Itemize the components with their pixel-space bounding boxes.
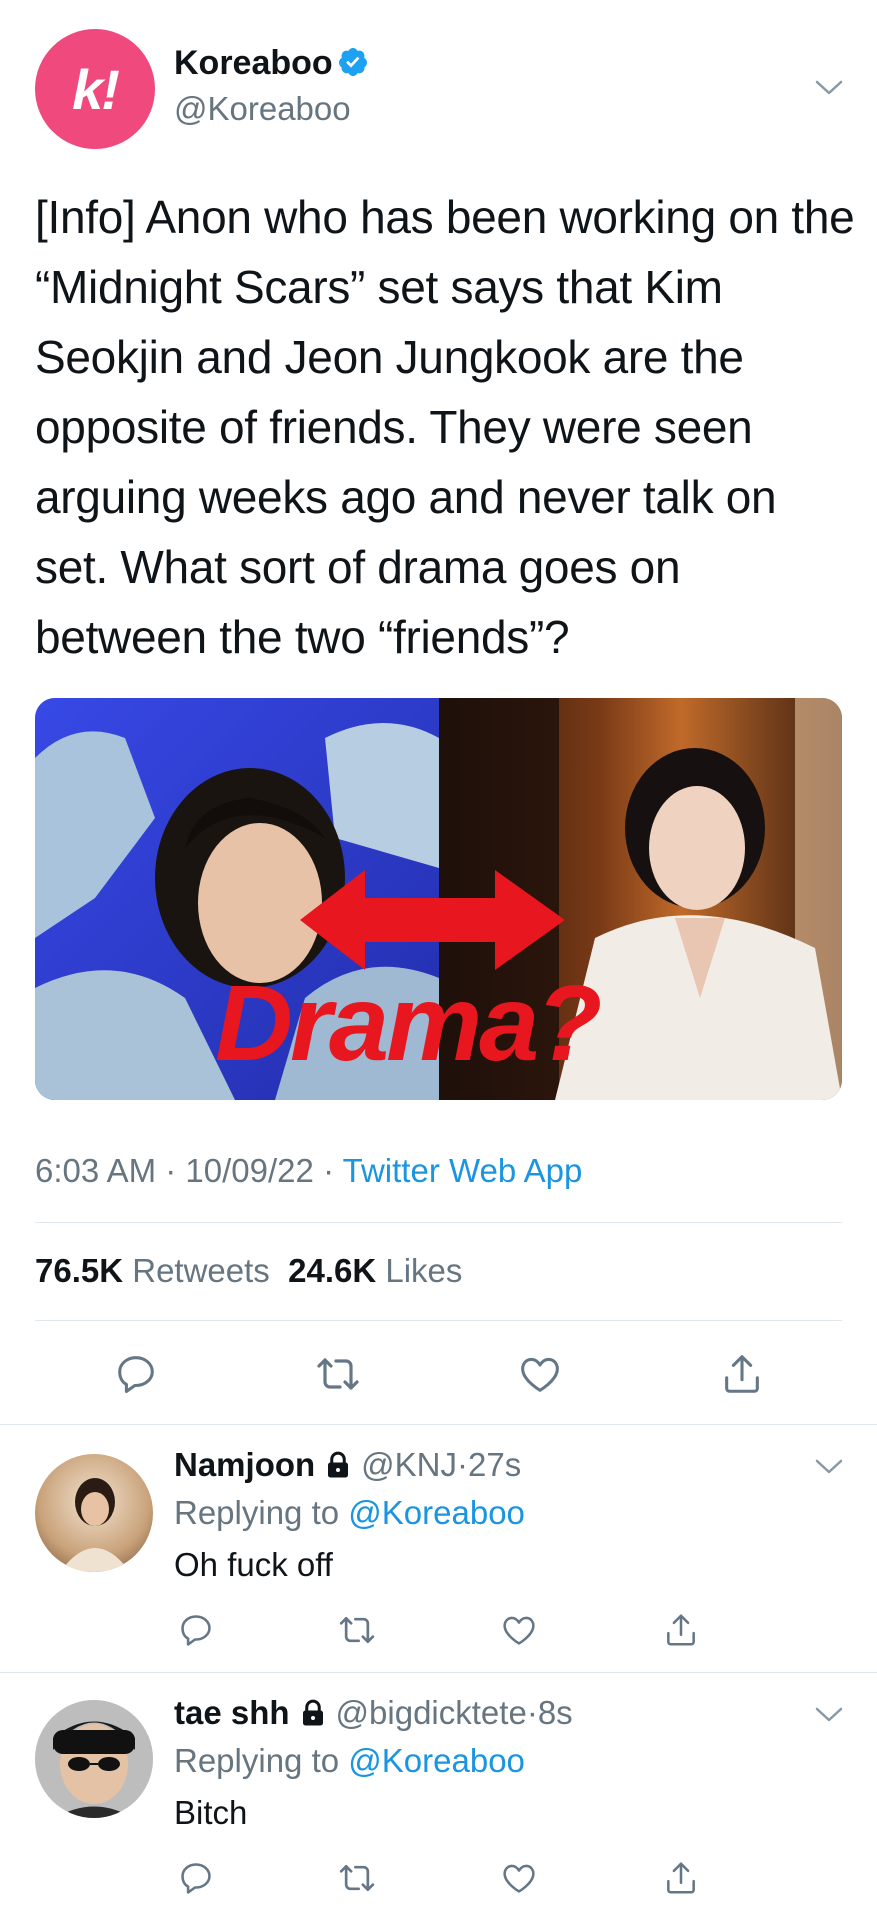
like-button[interactable] (497, 1608, 541, 1652)
like-button[interactable] (514, 1348, 566, 1400)
reply-text: Oh fuck off (174, 1546, 333, 1583)
retweet-button[interactable] (312, 1348, 364, 1400)
share-icon (725, 1355, 759, 1393)
tweet-timestamp-row: 6:03 AM · 10/09/22 · Twitter Web App (35, 1152, 582, 1190)
retweets-label: Retweets (132, 1252, 270, 1289)
author-display-name[interactable]: Koreaboo (174, 44, 333, 82)
divider (35, 1320, 842, 1321)
reply-icon (118, 1356, 154, 1393)
author-handle[interactable]: @Koreaboo (174, 90, 351, 128)
replying-to-link[interactable]: @Koreaboo (348, 1494, 525, 1531)
retweet-icon (339, 1617, 375, 1643)
reply-button[interactable] (174, 1608, 218, 1652)
likes-count: 24.6K (288, 1252, 377, 1289)
koreaboo-avatar[interactable]: k! (35, 29, 155, 149)
separator-dot: · (457, 1446, 469, 1483)
reply-handle[interactable]: @bigdicktete (336, 1694, 527, 1731)
reply-time: 27s (468, 1446, 522, 1483)
heart-icon (503, 1616, 535, 1645)
heart-icon (503, 1864, 535, 1893)
retweet-icon (317, 1358, 359, 1390)
reply-button[interactable] (174, 1856, 218, 1900)
reply-header: tae shh @bigdicktete·8s (174, 1694, 573, 1732)
divider (0, 1424, 877, 1425)
reply-display-name[interactable]: tae shh (174, 1694, 290, 1731)
retweets-count: 76.5K (35, 1252, 124, 1289)
reply-menu-chevron-icon[interactable] (814, 1457, 844, 1477)
tweet-stats-row: 76.5K Retweets 24.6K Likes (35, 1252, 462, 1290)
share-icon (667, 1614, 695, 1646)
retweet-button[interactable] (335, 1856, 379, 1900)
share-button[interactable] (659, 1856, 703, 1900)
retweet-button[interactable] (335, 1608, 379, 1652)
tweet-source-link[interactable]: Twitter Web App (343, 1152, 583, 1189)
reply-button[interactable] (110, 1348, 162, 1400)
reply-text: Bitch (174, 1794, 248, 1831)
retweet-icon (339, 1865, 375, 1891)
reply-icon (181, 1615, 211, 1646)
replying-prefix: Replying to (174, 1494, 340, 1531)
likes-label: Likes (385, 1252, 463, 1289)
divider (35, 1222, 842, 1223)
separator-dot: · (165, 1152, 177, 1189)
share-button[interactable] (716, 1348, 768, 1400)
lock-icon (323, 1450, 353, 1480)
avatar-illustration (60, 1478, 130, 1572)
divider (0, 1672, 877, 1673)
reply-time: 8s (537, 1694, 573, 1731)
author-name-row[interactable]: Koreaboo (174, 44, 369, 83)
tweet-date: 10/09/22 (185, 1152, 314, 1189)
replying-to-line: Replying to @Koreaboo (174, 1494, 525, 1532)
share-icon (667, 1862, 695, 1894)
likes-stat[interactable]: 24.6K Likes (288, 1252, 462, 1289)
tweet-time: 6:03 AM (35, 1152, 157, 1189)
retweets-stat[interactable]: 76.5K Retweets (35, 1252, 270, 1289)
reply-icon (181, 1863, 211, 1894)
reply-handle[interactable]: @KNJ (361, 1446, 457, 1483)
reply-menu-chevron-icon[interactable] (814, 1705, 844, 1725)
koreaboo-logo-text: k! (72, 57, 120, 121)
replying-to-link[interactable]: @Koreaboo (348, 1742, 525, 1779)
replying-prefix: Replying to (174, 1742, 340, 1779)
drama-overlay-text: Drama? (215, 962, 602, 1083)
heart-icon (521, 1357, 559, 1392)
reply-display-name[interactable]: Namjoon (174, 1446, 315, 1483)
share-button[interactable] (659, 1608, 703, 1652)
tweet-menu-chevron-icon[interactable] (814, 78, 844, 98)
separator-dot: · (526, 1694, 538, 1731)
like-button[interactable] (497, 1856, 541, 1900)
separator-dot: · (323, 1152, 335, 1189)
reply-header: Namjoon @KNJ·27s (174, 1446, 521, 1484)
tweet-image[interactable]: Drama? (35, 698, 842, 1100)
reply-avatar-namjoon[interactable] (35, 1454, 153, 1572)
reply-avatar-tae[interactable] (35, 1700, 153, 1818)
lock-icon (298, 1698, 328, 1728)
replying-to-line: Replying to @Koreaboo (174, 1742, 525, 1780)
tweet-text: [Info] Anon who has been working on the … (35, 191, 855, 663)
verified-badge-icon (337, 46, 369, 78)
avatar-illustration (35, 1700, 153, 1818)
